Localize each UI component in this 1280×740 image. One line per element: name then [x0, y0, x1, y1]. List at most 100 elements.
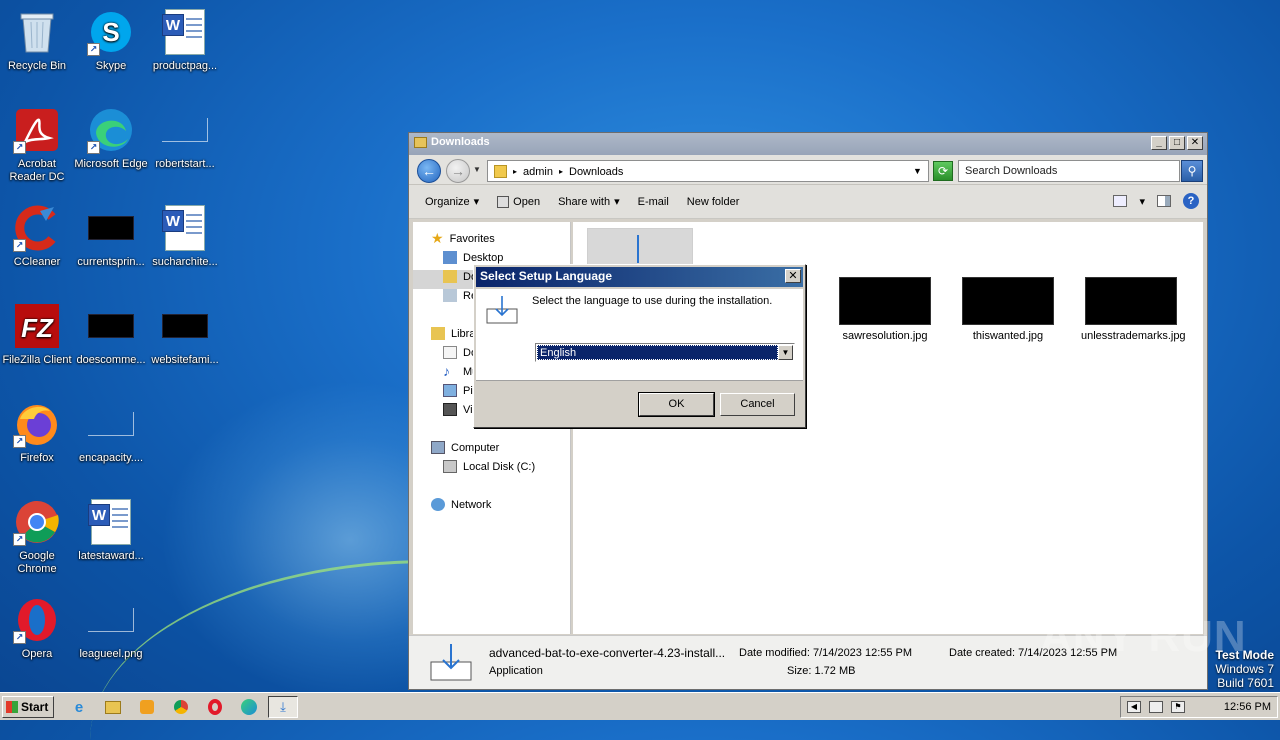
- computer-icon: [431, 441, 445, 454]
- taskbar-opera[interactable]: [200, 696, 230, 718]
- test-mode-line2: Windows 7: [1215, 662, 1274, 676]
- search-input[interactable]: Search Downloads: [958, 160, 1180, 182]
- maximize-button[interactable]: □: [1169, 136, 1185, 150]
- desktop-icon-encapacity[interactable]: encapacity....: [74, 400, 148, 465]
- file-name: thiswanted.jpg: [972, 330, 1044, 342]
- desktop-icon-latestaward[interactable]: W latestaward...: [74, 498, 148, 563]
- folder-icon: [494, 165, 507, 178]
- taskbar-explorer[interactable]: [98, 696, 128, 718]
- start-button[interactable]: Start: [2, 696, 54, 718]
- taskbar-ie[interactable]: e: [64, 696, 94, 718]
- nav-computer[interactable]: Computer: [431, 441, 499, 454]
- desktop-icon-firefox[interactable]: ↗ Firefox: [0, 400, 74, 465]
- new-folder-button[interactable]: New folder: [681, 192, 746, 212]
- desktop-icon-leagueel[interactable]: leagueel.png: [74, 596, 148, 661]
- close-button[interactable]: ✕: [1187, 136, 1203, 150]
- details-type: Application: [489, 665, 543, 677]
- refresh-button[interactable]: ⟳: [933, 161, 953, 181]
- help-icon[interactable]: ?: [1183, 193, 1199, 209]
- install-icon: [486, 295, 518, 325]
- desktop-icon-currentsprin[interactable]: currentsprin...: [74, 204, 148, 269]
- clock[interactable]: 12:56 PM: [1224, 701, 1271, 713]
- action-center-icon[interactable]: ⚑: [1171, 701, 1185, 713]
- preview-pane-icon[interactable]: [1157, 195, 1171, 207]
- desktop-icon-doescomme[interactable]: doescomme...: [74, 302, 148, 367]
- desktop-icon-chrome[interactable]: ↗ Google Chrome: [0, 498, 74, 576]
- chevron-down-icon[interactable]: ▾: [1139, 195, 1145, 208]
- desktop-icon-robertstart[interactable]: robertstart...: [148, 106, 222, 171]
- forward-button[interactable]: →: [446, 159, 470, 183]
- chevron-right-icon[interactable]: ▸: [559, 167, 563, 176]
- nav-documents[interactable]: Do: [443, 346, 477, 359]
- file-item[interactable]: sawresolution.jpg: [835, 277, 935, 343]
- chevron-down-icon[interactable]: ▼: [778, 345, 793, 360]
- desktop-icon-skype[interactable]: S ↗ Skype: [74, 8, 148, 73]
- chevron-right-icon[interactable]: ▸: [513, 167, 517, 176]
- change-view-icon[interactable]: [1113, 195, 1128, 207]
- word-document-icon: W: [87, 498, 135, 546]
- selected-file-tile[interactable]: [587, 228, 693, 266]
- taskbar-edge[interactable]: [234, 696, 264, 718]
- desktop-icon-acrobat[interactable]: ↗ Acrobat Reader DC: [0, 106, 74, 184]
- media-player-icon: [140, 700, 154, 714]
- explorer-titlebar[interactable]: Downloads _ □ ✕: [409, 133, 1207, 155]
- desktop-icon-edge[interactable]: ↗ Microsoft Edge: [74, 106, 148, 171]
- desktop-icon-label: Firefox: [20, 452, 54, 464]
- desktop-icon-label: websitefami...: [151, 354, 219, 366]
- dialog-message: Select the language to use during the in…: [532, 295, 773, 307]
- minimize-button[interactable]: _: [1151, 136, 1167, 150]
- address-dropdown[interactable]: ▼: [913, 166, 922, 176]
- nav-desktop[interactable]: Desktop: [443, 251, 503, 264]
- recent-pages-dropdown[interactable]: ▼: [473, 165, 481, 174]
- cancel-button[interactable]: Cancel: [720, 393, 795, 416]
- folder-icon: [105, 700, 121, 714]
- open-button[interactable]: Open: [491, 192, 546, 212]
- address-row: ← → ▼ ▸ admin ▸ Downloads ▼ ⟳ Search Dow…: [409, 155, 1207, 185]
- desktop-icon-sucharchite[interactable]: W sucharchite...: [148, 204, 222, 269]
- nav-favorites[interactable]: ★ Favorites: [431, 231, 495, 245]
- file-item[interactable]: unlesstrademarks.jpg: [1081, 277, 1186, 343]
- language-select[interactable]: English ▼: [535, 343, 795, 362]
- search-icon[interactable]: ⚲: [1181, 160, 1203, 182]
- network-tray-icon[interactable]: [1149, 701, 1163, 713]
- desktop-icon-recycle-bin[interactable]: Recycle Bin: [0, 8, 74, 73]
- taskbar-chrome[interactable]: [166, 696, 196, 718]
- breadcrumb-admin[interactable]: admin: [523, 166, 553, 178]
- desktop-icon-filezilla[interactable]: FZ FileZilla Client: [0, 302, 74, 367]
- dialog-titlebar[interactable]: Select Setup Language ✕: [476, 267, 803, 287]
- command-bar: Organize ▾ Open Share with ▾ E-mail New fo…: [409, 185, 1207, 219]
- desktop-icon-opera[interactable]: ↗ Opera: [0, 596, 74, 661]
- nav-downloads[interactable]: Do: [443, 270, 477, 283]
- email-button[interactable]: E-mail: [632, 192, 675, 212]
- desktop-icon-websitefami[interactable]: websitefami...: [148, 302, 222, 367]
- back-button[interactable]: ←: [417, 159, 441, 183]
- skype-icon: S ↗: [87, 8, 135, 56]
- dialog-close-button[interactable]: ✕: [785, 269, 801, 283]
- opera-icon: ↗: [13, 596, 61, 644]
- file-item[interactable]: thiswanted.jpg: [958, 277, 1058, 343]
- nav-libraries[interactable]: Libra: [431, 327, 475, 340]
- nav-pictures[interactable]: Pi: [443, 384, 473, 397]
- nav-videos[interactable]: Vi: [443, 403, 473, 416]
- nav-local-disk[interactable]: Local Disk (C:): [443, 460, 535, 473]
- ok-button[interactable]: OK: [638, 392, 715, 417]
- shortcut-arrow-icon: ↗: [13, 141, 26, 154]
- desktop-icon-label: leagueel.png: [79, 648, 143, 660]
- nav-recent[interactable]: Re: [443, 289, 477, 302]
- breadcrumb-downloads[interactable]: Downloads: [569, 166, 623, 178]
- nav-network[interactable]: Network: [431, 498, 491, 511]
- volume-icon[interactable]: ◀: [1127, 701, 1141, 713]
- setup-language-dialog[interactable]: Select Setup Language ✕ Select the langu…: [473, 264, 806, 428]
- taskbar-setup[interactable]: ⤓: [268, 696, 298, 718]
- libraries-icon: [431, 327, 445, 340]
- desktop-icon-label: latestaward...: [78, 550, 144, 562]
- taskbar-media-player[interactable]: [132, 696, 162, 718]
- share-with-button[interactable]: Share with ▾: [552, 191, 626, 212]
- desktop-icon-productpag[interactable]: W productpag...: [148, 8, 222, 73]
- desktop-icon-ccleaner[interactable]: ↗ CCleaner: [0, 204, 74, 269]
- organize-button[interactable]: Organize ▾: [419, 191, 485, 212]
- videos-icon: [443, 403, 457, 416]
- address-bar[interactable]: ▸ admin ▸ Downloads: [487, 160, 929, 182]
- svg-text:FZ: FZ: [21, 313, 54, 343]
- desktop-icon-label: encapacity....: [79, 452, 143, 464]
